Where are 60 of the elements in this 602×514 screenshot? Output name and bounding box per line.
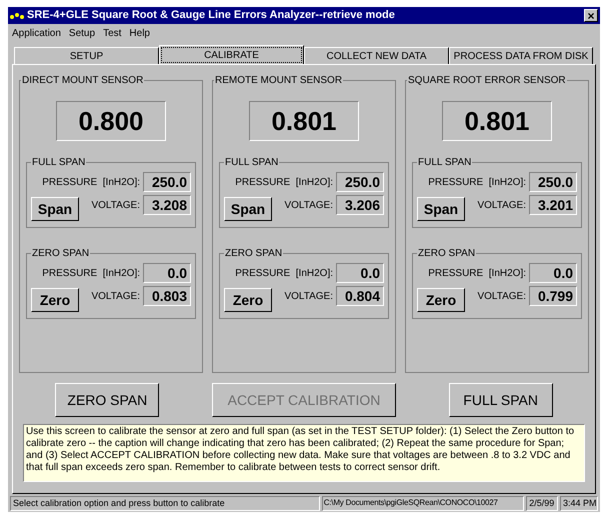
value-field: 0.0 — [143, 263, 191, 283]
group-title: ZERO SPAN — [31, 247, 90, 261]
tab[interactable]: CALIBRATE — [159, 45, 304, 64]
value-field: 0.0 — [529, 263, 577, 283]
app-icon — [10, 12, 24, 20]
menu-item[interactable]: Application — [12, 26, 61, 40]
voltage-label: VOLTAGE: — [477, 290, 526, 304]
value-field: 3.201 — [529, 195, 577, 215]
action-button[interactable]: FULL SPAN — [448, 383, 553, 417]
voltage-label: VOLTAGE: — [284, 198, 333, 212]
value-field: 3.208 — [143, 195, 191, 215]
tab[interactable]: SETUP — [14, 47, 159, 64]
pressure-label: PRESSURE [InH2O]: — [428, 266, 526, 280]
action-button[interactable]: ZERO SPAN — [55, 383, 160, 417]
group-title: SQUARE ROOT ERROR SENSOR — [407, 74, 567, 88]
group-title: ZERO SPAN — [417, 247, 476, 261]
value-field: 250.0 — [529, 172, 577, 192]
menu-item[interactable]: Test — [103, 26, 122, 40]
group-title: FULL SPAN — [31, 156, 86, 170]
calibrate-button[interactable]: Zero — [224, 288, 272, 312]
value-field: 3.206 — [336, 195, 384, 215]
pressure-label: PRESSURE [InH2O]: — [428, 176, 526, 190]
value-field: 0.799 — [529, 286, 577, 306]
value-field: 250.0 — [336, 172, 384, 192]
pressure-label: PRESSURE [InH2O]: — [42, 176, 140, 190]
status-time: 3:44 PM — [560, 496, 598, 511]
calibrate-button[interactable]: Zero — [31, 288, 79, 312]
window-title: SRE-4+GLE Square Root & Gauge Line Errors Analyzer--retrieve mode — [27, 8, 396, 24]
calibrate-button[interactable]: Zero — [417, 288, 465, 312]
reading-display: 0.800 — [56, 101, 166, 141]
pressure-label: PRESSURE [InH2O]: — [235, 266, 333, 280]
group-title: ZERO SPAN — [224, 247, 284, 261]
reading-display: 0.801 — [442, 101, 552, 141]
group-title: REMOTE MOUNT SENSOR — [214, 74, 344, 88]
calibrate-button[interactable]: Span — [417, 197, 465, 221]
voltage-label: VOLTAGE: — [91, 198, 140, 212]
voltage-label: VOLTAGE: — [477, 198, 526, 212]
calibrate-button[interactable]: Span — [31, 197, 79, 221]
close-button[interactable]: × — [584, 9, 598, 22]
group-title: DIRECT MOUNT SENSOR — [21, 74, 144, 88]
help-text: Use this screen to calibrate the sensor at zero and full span (as set in the TEST SETUP folder): (1) Select the Zero button to calibrate zero -- the caption will change indicating that zero has been calibrated; (2) Repeat the same procedure for Span; and (3) Select ACCEPT CALIBRATION before collecting new data. Make sure that voltages are between .8 to 3.2 VDC and that full span exceeds zero span. Remember to calibrate between tests to correct sensor drift. — [23, 424, 585, 482]
pressure-label: PRESSURE [InH2O]: — [42, 266, 140, 280]
status-date: 2/5/99 — [526, 496, 558, 511]
status-message: Select calibration option and press button to calibrate — [10, 496, 320, 511]
group-title: FULL SPAN — [224, 156, 280, 170]
voltage-label: VOLTAGE: — [284, 290, 333, 304]
menu-item[interactable]: Help — [129, 26, 150, 40]
status-path: C:\My Documents\pgiGleSQRean\CONOCO\10027 — [322, 496, 524, 511]
menu-item[interactable]: Setup — [68, 26, 96, 40]
value-field: 0.0 — [336, 263, 384, 283]
value-field: 250.0 — [143, 172, 191, 192]
calibrate-button[interactable]: Span — [224, 197, 272, 221]
tab[interactable]: COLLECT NEW DATA — [304, 47, 449, 64]
voltage-label: VOLTAGE: — [91, 290, 140, 304]
group-title: FULL SPAN — [417, 156, 472, 170]
value-field: 0.803 — [143, 286, 191, 306]
value-field: 0.804 — [336, 286, 384, 306]
tab[interactable]: PROCESS DATA FROM DISK — [449, 47, 593, 64]
reading-display: 0.801 — [249, 101, 359, 141]
pressure-label: PRESSURE [InH2O]: — [235, 176, 333, 190]
